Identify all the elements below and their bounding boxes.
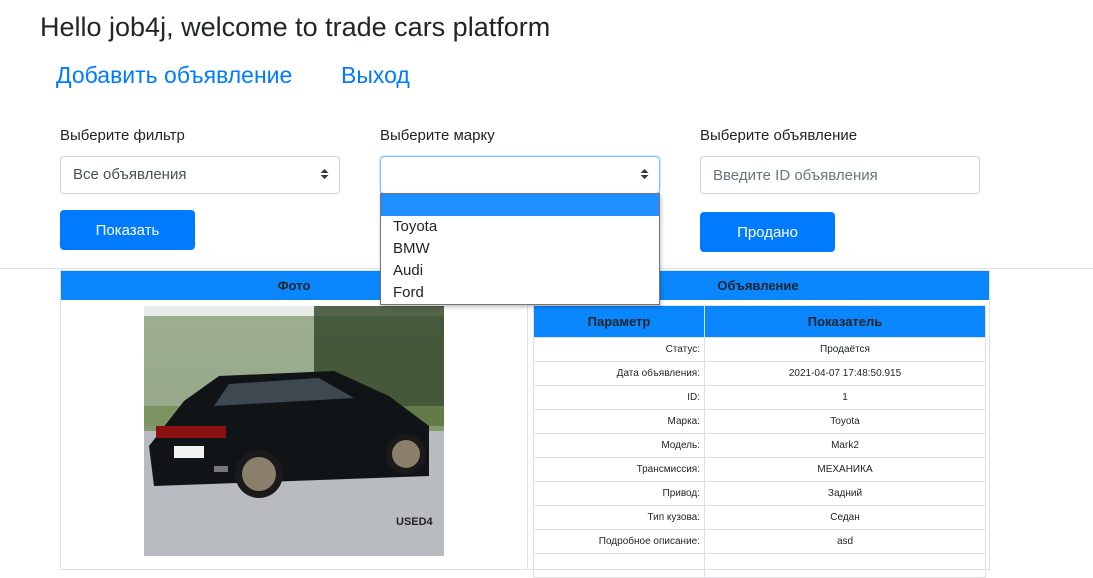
select-arrows-icon: [320, 157, 329, 193]
sold-button[interactable]: Продано: [700, 212, 835, 252]
row-param: ID:: [533, 385, 705, 410]
table-row: Дата объявления: 2021-04-07 17:48:50.915: [533, 361, 986, 386]
table-row: Статус: Продаётся: [533, 337, 986, 362]
table-row: Модель: Mark2: [533, 433, 986, 458]
column-divider: [527, 300, 528, 570]
row-value: Toyota: [704, 409, 986, 434]
row-param: [533, 553, 705, 578]
row-value: 2021-04-07 17:48:50.915: [704, 361, 986, 386]
row-value: asd: [704, 529, 986, 554]
brand-option-toyota[interactable]: Toyota: [381, 216, 659, 238]
row-value: Продаётся: [704, 337, 986, 362]
brand-option-audi[interactable]: Audi: [381, 260, 659, 282]
filter-select[interactable]: Все объявления: [60, 156, 340, 194]
listing-table: Фото Объявление USED4 Параметр Показател…: [60, 270, 990, 578]
brand-dropdown-list: Toyota BMW Audi Ford: [380, 193, 660, 305]
add-ad-link[interactable]: Добавить объявление: [56, 62, 292, 89]
row-param: Трансмиссия:: [533, 457, 705, 482]
photo-watermark: USED4: [396, 516, 433, 528]
filter-label: Выберите фильтр: [60, 127, 185, 144]
row-param: Статус:: [533, 337, 705, 362]
brand-option-empty[interactable]: [381, 194, 659, 216]
ad-label: Выберите объявление: [700, 127, 858, 144]
row-param: Подробное описание:: [533, 529, 705, 554]
brand-label: Выберите марку: [380, 127, 495, 144]
select-arrows-icon: [640, 157, 649, 193]
row-value: Mark2: [704, 433, 986, 458]
table-row: Трансмиссия: МЕХАНИКА: [533, 457, 986, 482]
row-param: Марка:: [533, 409, 705, 434]
details-table: Параметр Показатель Статус: Продаётся Дат…: [533, 305, 986, 578]
row-param: Привод:: [533, 481, 705, 506]
page-title: Hello job4j, welcome to trade cars platf…: [40, 12, 551, 42]
row-param: Дата объявления:: [533, 361, 705, 386]
brand-select[interactable]: [380, 156, 660, 194]
row-value: Задний: [704, 481, 986, 506]
table-row: [533, 553, 986, 578]
row-value: [704, 553, 986, 578]
table-row: Подробное описание: asd: [533, 529, 986, 554]
brand-option-bmw[interactable]: BMW: [381, 238, 659, 260]
table-row: ID: 1: [533, 385, 986, 410]
details-header-value: Показатель: [704, 305, 986, 338]
row-value: 1: [704, 385, 986, 410]
logout-link[interactable]: Выход: [341, 62, 410, 89]
row-value: МЕХАНИКА: [704, 457, 986, 482]
table-row: Тип кузова: Седан: [533, 505, 986, 530]
table-row: Марка: Toyota: [533, 409, 986, 434]
brand-option-ford[interactable]: Ford: [381, 282, 659, 304]
details-header-param: Параметр: [533, 305, 705, 338]
row-param: Модель:: [533, 433, 705, 458]
ad-id-input[interactable]: [700, 156, 980, 194]
row-param: Тип кузова:: [533, 505, 705, 530]
show-button[interactable]: Показать: [60, 210, 195, 250]
filter-select-value: Все объявления: [73, 166, 187, 183]
table-row: Привод: Задний: [533, 481, 986, 506]
row-value: Седан: [704, 505, 986, 530]
